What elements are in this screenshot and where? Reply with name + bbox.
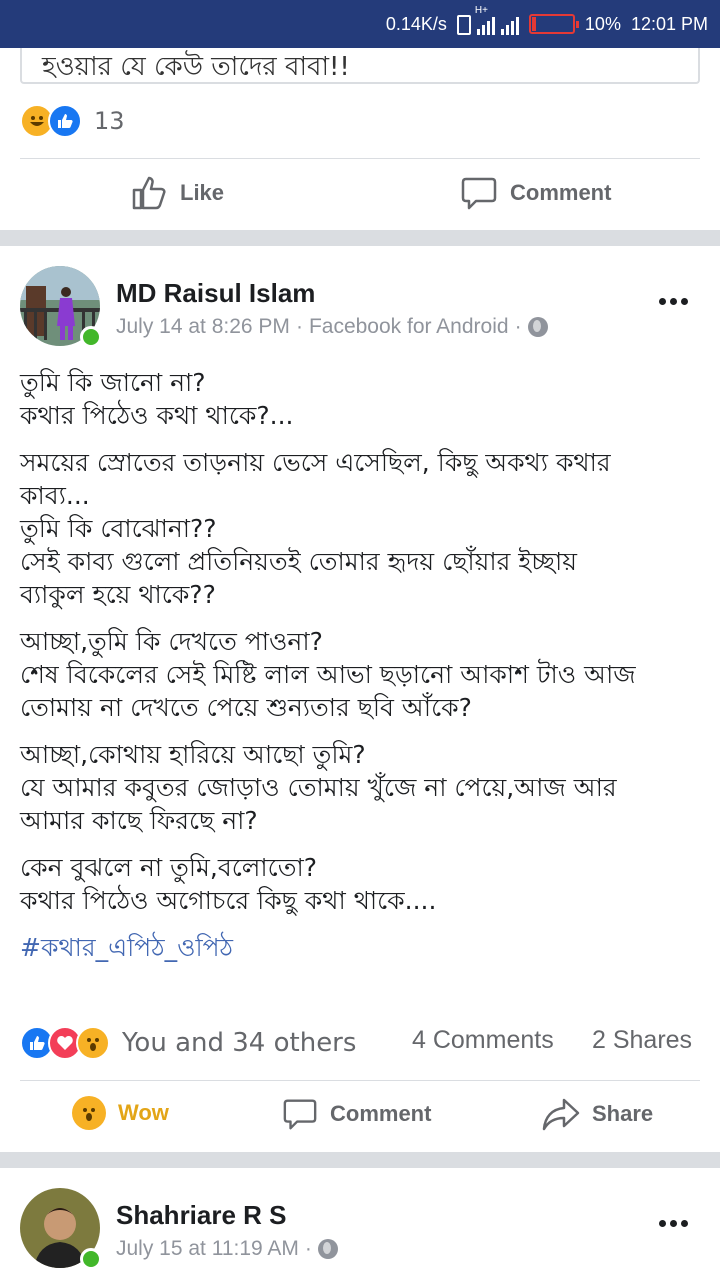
- shared-text: হওয়ার যে কেউ তাদের বাবা!!: [42, 52, 350, 82]
- signal-icon-2: [500, 15, 519, 35]
- more-dot-icon: [681, 1220, 688, 1227]
- comment-label: Comment: [510, 180, 612, 205]
- post-reactions[interactable]: You and 34 others: [20, 1026, 356, 1060]
- post-timestamp[interactable]: July 14 at 8:26 PM: [116, 315, 290, 339]
- battery-percent: 10%: [584, 13, 621, 34]
- divider: [20, 158, 700, 159]
- divider: [20, 1080, 700, 1081]
- prev-reactions[interactable]: 13: [20, 104, 125, 138]
- battery-icon: [528, 14, 579, 34]
- globe-icon: [317, 1239, 338, 1259]
- wow-reaction-icon: [76, 1026, 110, 1060]
- post-author[interactable]: Shahriare R S: [116, 1200, 287, 1231]
- post-text: তুমি কি জানো না? কথার পিঠেও কথা থাকে?...…: [20, 366, 710, 978]
- more-dot-icon: [659, 1220, 666, 1227]
- comment-button[interactable]: Comment: [282, 1096, 431, 1132]
- wow-label: Wow: [118, 1100, 169, 1125]
- feed-separator: [0, 1152, 720, 1168]
- shares-count[interactable]: 2 Shares: [592, 1026, 692, 1055]
- feed-separator: [0, 230, 720, 246]
- vibrate-icon: [456, 15, 471, 35]
- like-label: Like: [180, 180, 225, 205]
- more-options-button[interactable]: [659, 298, 688, 305]
- post-timestamp[interactable]: July 15 at 11:19 AM: [116, 1237, 299, 1261]
- paragraph: তুমি কি জানো না? কথার পিঠেও কথা থাকে?...: [20, 368, 294, 430]
- status-bar: 0.14K/s H+ 10% 12:01 PM: [0, 0, 720, 48]
- reaction-count: 13: [94, 107, 125, 135]
- comment-button[interactable]: Comment: [460, 174, 611, 212]
- online-indicator: [80, 326, 102, 348]
- more-dot-icon: [670, 298, 677, 305]
- post-source: Facebook for Android: [308, 315, 509, 338]
- status-icons: H+: [456, 5, 519, 35]
- meta-separator: ·: [295, 315, 303, 338]
- comment-label: Comment: [330, 1101, 432, 1126]
- comment-icon: [283, 1099, 317, 1130]
- paragraph: আচ্ছা,তুমি কি দেখতে পাওনা? শেষ বিকেলের স…: [20, 627, 636, 722]
- share-button[interactable]: Share: [542, 1096, 653, 1132]
- wow-button[interactable]: Wow: [72, 1096, 169, 1130]
- like-icon: [132, 176, 166, 210]
- online-indicator: [80, 1248, 102, 1270]
- post-author[interactable]: MD Raisul Islam: [116, 278, 315, 309]
- hashtag-link[interactable]: #কথার_এপিঠ_ওপিঠ: [20, 931, 710, 964]
- more-dot-icon: [670, 1220, 677, 1227]
- more-options-button[interactable]: [659, 1220, 688, 1227]
- like-button[interactable]: Like: [130, 174, 224, 212]
- share-label: Share: [592, 1101, 654, 1126]
- clock: 12:01 PM: [630, 13, 708, 34]
- reactions-summary: You and 34 others: [122, 1028, 357, 1058]
- comment-icon: [461, 177, 497, 210]
- paragraph: সময়ের স্রোতের তাড়নায় ভেসে এসেছিল, কিছ…: [20, 448, 611, 609]
- meta-separator: ·: [304, 1237, 312, 1260]
- more-dot-icon: [659, 298, 666, 305]
- paragraph: আচ্ছা,কোথায় হারিয়ে আছো তুমি? যে আমার ক…: [20, 740, 617, 835]
- meta-separator: ·: [514, 315, 522, 338]
- globe-icon: [527, 317, 548, 337]
- signal-icon: H+: [475, 5, 495, 35]
- post-meta: July 15 at 11:19 AM ·: [116, 1237, 338, 1261]
- paragraph: কেন বুঝলে না তুমি,বলোতো? কথার পিঠেও অগোচ…: [20, 853, 437, 915]
- share-icon: [542, 1098, 580, 1131]
- more-dot-icon: [681, 298, 688, 305]
- comments-count[interactable]: 4 Comments: [412, 1026, 554, 1055]
- network-speed: 0.14K/s: [385, 13, 447, 34]
- like-reaction-icon: [48, 104, 82, 138]
- wow-icon: [72, 1096, 106, 1130]
- post-meta: July 14 at 8:26 PM · Facebook for Androi…: [116, 315, 548, 339]
